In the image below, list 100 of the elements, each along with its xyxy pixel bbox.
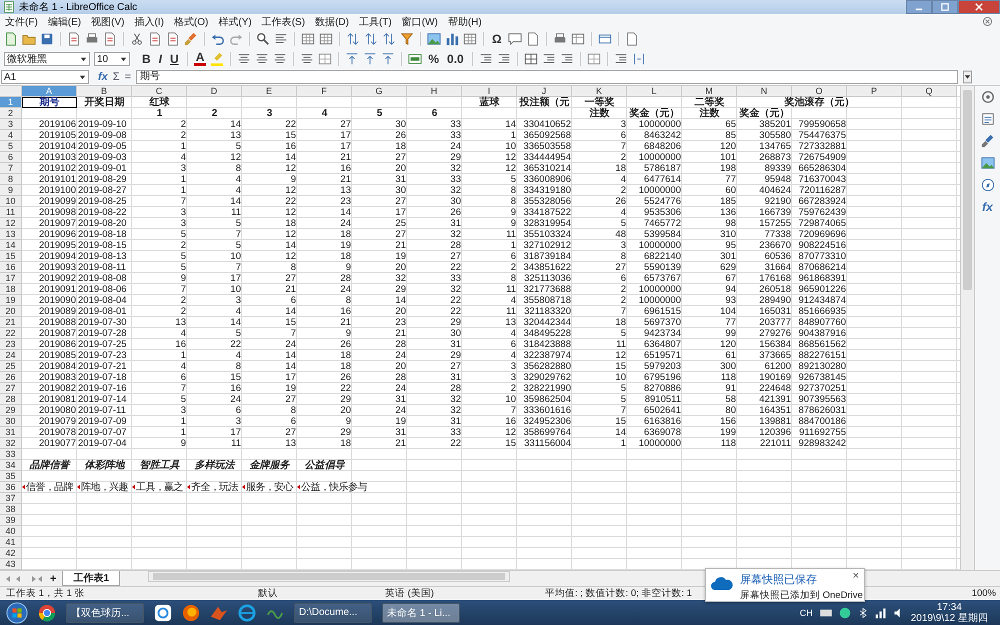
table-icon[interactable] (570, 32, 585, 46)
align-icon[interactable] (542, 52, 556, 66)
font-size-field[interactable]: 10 (94, 52, 130, 66)
document-icon[interactable] (148, 32, 162, 46)
row-header[interactable]: 11 (0, 207, 22, 218)
row-header[interactable]: 36 (0, 482, 22, 493)
align-icon[interactable] (273, 52, 288, 66)
start-button[interactable] (6, 602, 28, 624)
notification-card[interactable]: 屏幕快照已保存 屏幕快照已添加到 OneDrive × (705, 568, 865, 602)
menu-item[interactable]: 工作表(S) (262, 14, 306, 28)
horizontal-scrollbar[interactable] (148, 571, 510, 582)
search-icon[interactable] (256, 32, 270, 46)
column-header[interactable]: P (847, 86, 902, 97)
row-header[interactable]: 15 (0, 251, 22, 262)
column-header[interactable]: J (517, 86, 572, 97)
column-header[interactable]: B (77, 86, 132, 97)
row-header[interactable]: 30 (0, 416, 22, 427)
bar-chart-icon[interactable] (445, 32, 459, 46)
align-icon[interactable] (255, 52, 270, 66)
row-header[interactable]: 25 (0, 361, 22, 372)
document-icon[interactable] (67, 32, 81, 46)
column-header[interactable]: D (187, 86, 242, 97)
font-color-button[interactable]: A (194, 52, 206, 66)
column-header[interactable]: O (792, 86, 847, 97)
app-icon[interactable] (154, 604, 172, 622)
shield-icon[interactable] (838, 606, 851, 618)
maximize-button[interactable] (932, 0, 958, 14)
menu-item[interactable]: 格式(O) (174, 14, 208, 28)
number-format-button[interactable]: 0.0 (445, 52, 466, 66)
settings-icon[interactable] (980, 90, 994, 104)
column-header[interactable]: N (737, 86, 792, 97)
document-icon[interactable] (624, 32, 639, 46)
menu-item[interactable]: 样式(Y) (218, 14, 252, 28)
column-header[interactable]: I (462, 86, 517, 97)
formula-button[interactable]: fx (98, 71, 108, 83)
column-header[interactable]: F (297, 86, 352, 97)
row-header[interactable]: 41 (0, 537, 22, 548)
font-name-field[interactable]: 微软雅黑 (4, 52, 90, 66)
align-icon[interactable] (274, 32, 288, 46)
language-indicator[interactable]: CH (800, 608, 813, 618)
row-header[interactable]: 32 (0, 438, 22, 449)
menu-item[interactable]: 数据(D) (315, 14, 349, 28)
taskbar-button[interactable]: 【双色球历... (66, 602, 144, 622)
document-icon[interactable] (103, 32, 117, 46)
row-header[interactable]: 18 (0, 284, 22, 295)
formula-button[interactable]: = (124, 71, 132, 83)
name-box[interactable]: A1 (1, 70, 89, 84)
column-header[interactable]: C (132, 86, 187, 97)
dropdown-icon[interactable] (79, 74, 86, 80)
sheet-tab[interactable]: 工作表1 (62, 571, 120, 586)
row-header[interactable]: 39 (0, 515, 22, 526)
row-header[interactable]: 22 (0, 328, 22, 339)
image-icon[interactable] (980, 156, 994, 170)
number-format-button[interactable]: % (426, 52, 442, 66)
row-header[interactable]: 19 (0, 295, 22, 306)
row-header[interactable]: 35 (0, 471, 22, 482)
row-header[interactable]: 6 (0, 152, 22, 163)
row-header[interactable]: 20 (0, 306, 22, 317)
menu-item[interactable]: 文件(F) (5, 14, 38, 28)
add-sheet-button[interactable]: + (50, 572, 56, 584)
document-icon[interactable] (526, 32, 540, 46)
dropdown-icon[interactable] (120, 56, 127, 62)
image-icon[interactable] (427, 32, 441, 46)
text-style-button[interactable]: B (140, 52, 153, 66)
row-header[interactable]: 26 (0, 372, 22, 383)
table-icon[interactable] (319, 32, 333, 46)
column-header[interactable]: E (242, 86, 297, 97)
row-header[interactable]: 40 (0, 526, 22, 537)
brush-icon[interactable] (980, 134, 994, 148)
properties-icon[interactable] (980, 112, 994, 126)
folder-icon[interactable] (22, 32, 36, 46)
compass-icon[interactable] (980, 178, 994, 192)
dropdown-icon[interactable] (80, 56, 87, 62)
column-header[interactable]: G (352, 86, 407, 97)
row-header[interactable]: 42 (0, 548, 22, 559)
brush-icon[interactable] (184, 32, 198, 46)
align-icon[interactable] (560, 52, 574, 66)
row-header[interactable]: 31 (0, 427, 22, 438)
row-header[interactable]: 28 (0, 394, 22, 405)
align-icon[interactable] (237, 52, 252, 66)
browser-icon[interactable] (38, 604, 56, 622)
keyboard-icon[interactable] (818, 608, 833, 618)
table-icon[interactable] (301, 32, 315, 46)
taskbar-button[interactable]: D:\Docume... (294, 602, 372, 622)
column-header[interactable]: M (682, 86, 737, 97)
close-button[interactable] (958, 0, 1000, 14)
row-header[interactable]: 27 (0, 383, 22, 394)
menu-item[interactable]: 插入(I) (134, 14, 164, 28)
menu-item[interactable]: 工具(T) (358, 14, 392, 28)
column-header[interactable]: Q (902, 86, 957, 97)
row-header[interactable]: 9 (0, 185, 22, 196)
row-header[interactable]: 23 (0, 339, 22, 350)
row-header[interactable]: 34 (0, 460, 22, 471)
row-header[interactable]: 3 (0, 119, 22, 130)
row-header[interactable]: 2 (0, 108, 22, 119)
row-header[interactable]: 13 (0, 229, 22, 240)
align-icon[interactable] (300, 52, 314, 66)
align-icon[interactable] (614, 52, 628, 66)
undo-icon[interactable] (211, 32, 225, 46)
row-header[interactable]: 37 (0, 493, 22, 504)
